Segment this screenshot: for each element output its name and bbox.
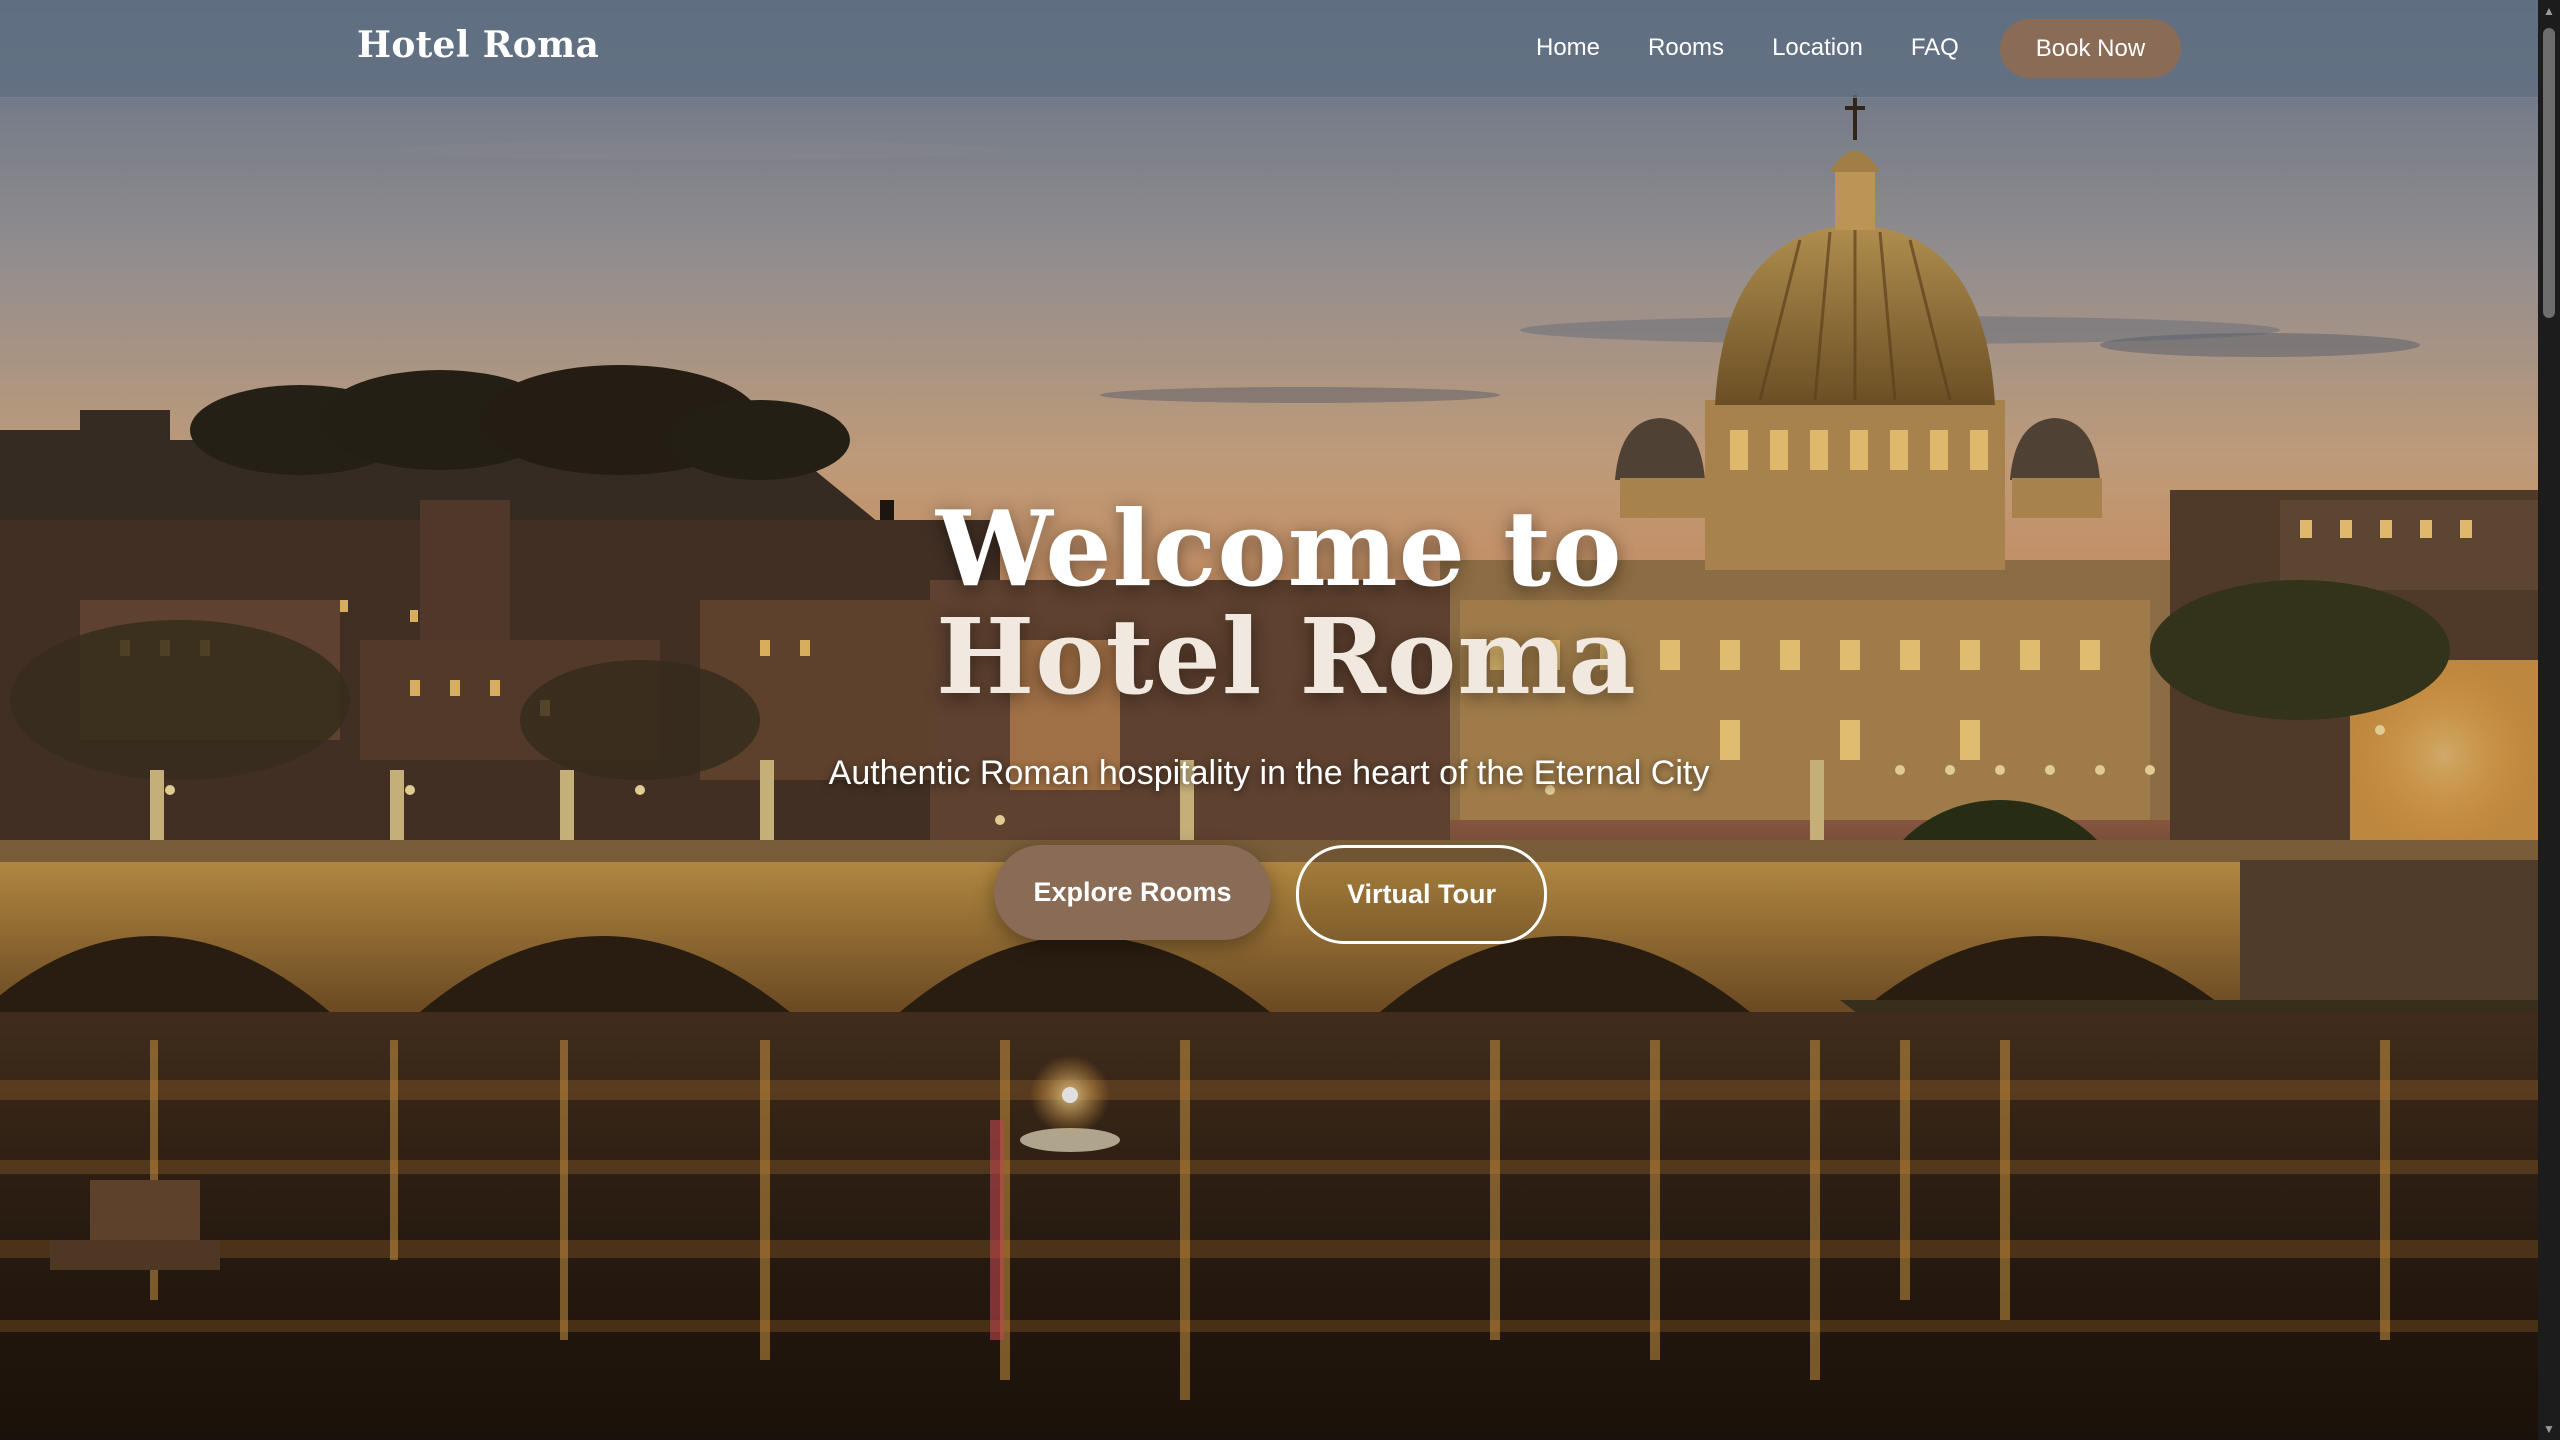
hero-title: Welcome to Hotel Roma <box>936 495 1836 711</box>
hero-title-line-1: Welcome to <box>936 487 1623 610</box>
scroll-up-arrow-icon[interactable]: ▲ <box>2542 4 2556 18</box>
brand-logo[interactable]: Hotel Roma <box>357 24 599 66</box>
nav-link-faq[interactable]: FAQ <box>1911 34 1959 62</box>
page-scrollbar[interactable]: ▲ ▼ <box>2538 0 2560 1440</box>
nav-link-home[interactable]: Home <box>1536 34 1600 62</box>
hero-subtitle: Authentic Roman hospitality in the heart… <box>828 754 1710 792</box>
top-navbar: Hotel Roma Home Rooms Location FAQ Book … <box>0 0 2538 98</box>
hero-background <box>0 0 2538 1440</box>
hero-title-line-2: Hotel Roma <box>936 595 1637 718</box>
book-now-button[interactable]: Book Now <box>2000 19 2181 78</box>
rome-skyline-image <box>0 0 2538 1440</box>
nav-links: Home Rooms Location FAQ <box>1536 34 1959 62</box>
explore-rooms-button[interactable]: Explore Rooms <box>994 845 1271 940</box>
virtual-tour-button[interactable]: Virtual Tour <box>1296 845 1547 944</box>
scrollbar-thumb[interactable] <box>2543 28 2555 318</box>
nav-link-location[interactable]: Location <box>1772 34 1863 62</box>
scroll-down-arrow-icon[interactable]: ▼ <box>2542 1422 2556 1436</box>
nav-link-rooms[interactable]: Rooms <box>1648 34 1724 62</box>
